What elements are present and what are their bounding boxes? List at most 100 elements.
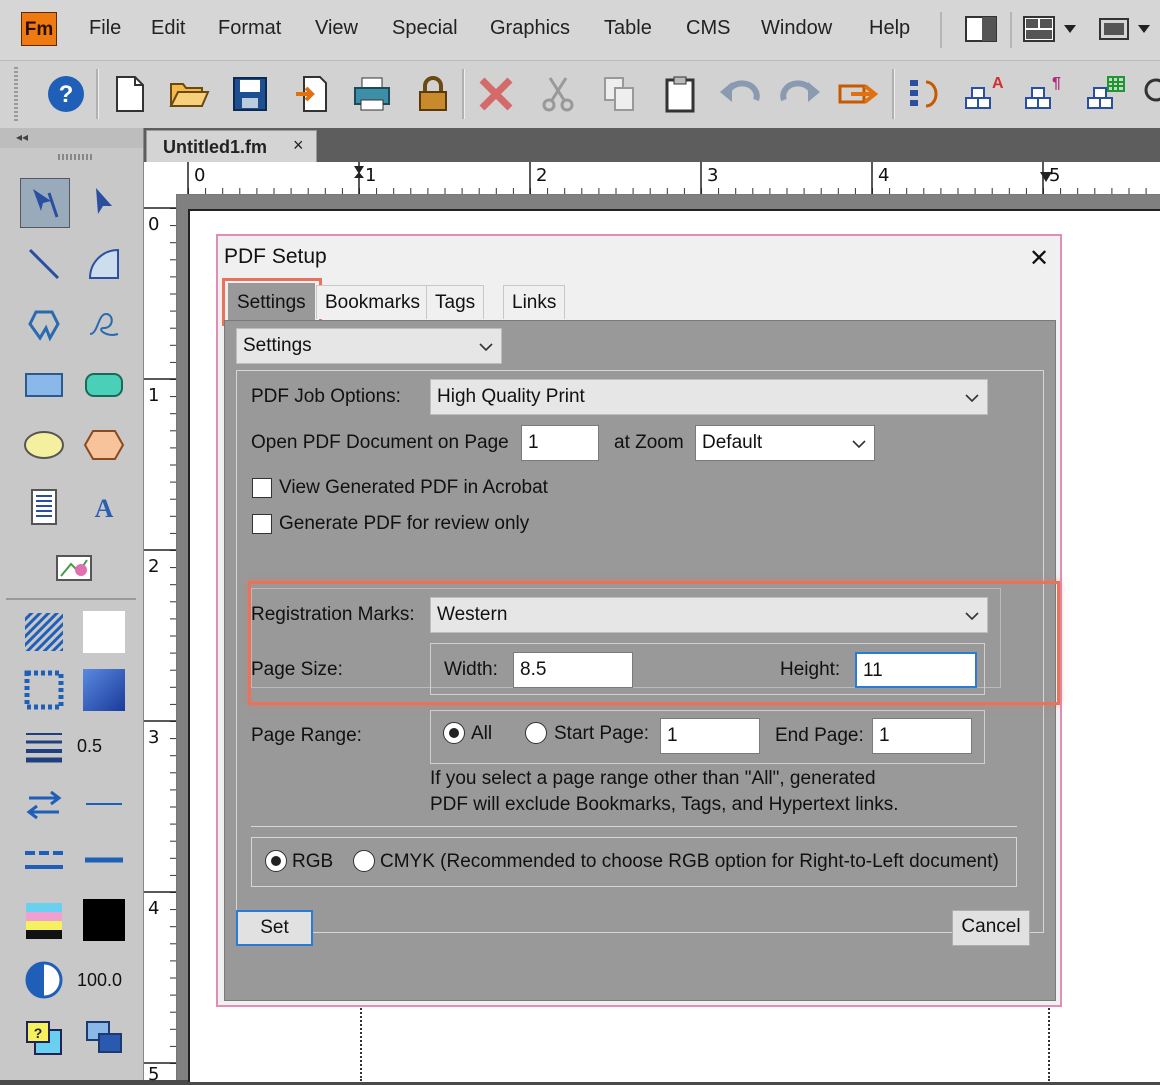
tint-icon[interactable] [20,956,68,1004]
line-tool-icon[interactable] [20,240,68,288]
arc-tool-icon[interactable] [80,240,128,288]
save-icon[interactable] [228,71,272,117]
dash-pattern-icon[interactable] [20,836,68,884]
divider [251,826,1017,827]
lock-icon[interactable] [411,71,455,117]
tab-bookmarks[interactable]: Bookmarks [316,285,430,319]
app-logo: Fm [21,12,57,46]
rounded-rectangle-tool-icon[interactable] [80,361,128,409]
workspace-layout-icon[interactable] [1020,13,1080,45]
cmyk-radio[interactable] [353,850,375,872]
page-range-label: Page Range: [251,725,362,746]
vruler-label-3: 3 [148,727,160,748]
frame-arrange-icon[interactable] [80,1014,128,1062]
go-icon[interactable] [837,71,881,117]
panel-grip[interactable] [58,154,94,160]
tab-links[interactable]: Links [503,285,566,319]
menu-format[interactable]: Format [218,17,281,40]
toolbar-separator [892,69,895,119]
vertical-ruler: 0 1 2 3 4 5 [144,194,177,1085]
vruler-label-4: 4 [148,898,160,919]
dialog-close-icon[interactable]: ✕ [1024,244,1054,274]
range-start-input[interactable]: 1 [660,718,760,754]
toolbar-grip[interactable] [14,67,18,123]
view-in-acrobat-checkbox[interactable] [252,478,272,498]
line-cap-icon[interactable] [80,836,128,884]
menu-separator [1010,12,1012,48]
horizontal-ruler-ticks [187,162,1160,194]
polygon-tool-icon[interactable] [80,421,128,469]
menu-table[interactable]: Table [604,17,652,40]
line-ends-icon[interactable] [20,780,68,828]
menu-file[interactable]: File [89,17,121,40]
new-document-icon[interactable] [107,71,151,117]
menu-edit[interactable]: Edit [151,17,185,40]
panel-toggle-icon[interactable] [964,13,998,45]
job-options-select[interactable]: High Quality Print [430,379,988,415]
range-start-radio[interactable] [525,722,547,744]
graphic-frame-tool-icon[interactable] [50,543,98,591]
tab-tags[interactable]: Tags [426,285,485,319]
line-style-solid-icon[interactable] [80,780,128,828]
cut-icon[interactable] [536,71,580,117]
color-black-icon[interactable] [80,896,128,944]
menu-special[interactable]: Special [392,17,458,40]
fill-white-icon[interactable] [80,608,128,656]
separation-icon[interactable] [20,896,68,944]
search-icon[interactable] [1140,71,1160,117]
tint-value: 100.0 [77,970,123,990]
ruler-label-3: 3 [707,165,719,186]
pen-pattern-icon[interactable] [20,666,68,714]
undo-icon[interactable] [718,71,762,117]
ruler-label-2: 2 [536,165,548,186]
range-end-input[interactable]: 1 [872,718,972,754]
panel-divider [6,598,136,600]
vruler-label-1: 1 [148,385,160,406]
help-icon[interactable]: ? [44,71,88,117]
svg-text:A: A [95,494,114,523]
range-all-radio[interactable] [443,722,465,744]
paragraph-flow-icon[interactable] [902,71,946,117]
color-swatch-icon[interactable] [80,666,128,714]
select-object-tool-icon[interactable] [80,178,128,226]
section-select[interactable]: Settings [236,328,502,364]
set-button[interactable]: Set [236,910,313,946]
line-width-icon[interactable] [20,722,68,770]
smart-select-tool-icon[interactable] [20,178,70,228]
overprint-icon[interactable]: ? [20,1014,68,1062]
zoom-select[interactable]: Default [695,425,875,461]
print-icon[interactable] [350,71,394,117]
open-on-page-input[interactable]: 1 [521,425,599,461]
document-tab[interactable]: Untitled1.fm × [146,130,317,162]
fill-pattern-icon[interactable] [20,608,68,656]
rgb-radio[interactable] [265,850,287,872]
para-tag-icon[interactable]: ¶ [1022,71,1066,117]
panel-collapse-icon[interactable]: ◂◂ [0,128,143,148]
copy-icon[interactable] [597,71,641,117]
char-tag-icon[interactable]: A [962,71,1006,117]
delete-icon[interactable] [474,71,518,117]
menu-view[interactable]: View [315,17,358,40]
menu-graphics[interactable]: Graphics [490,17,570,40]
menu-cms[interactable]: CMS [686,17,730,40]
document-tab-close-icon[interactable]: × [293,135,304,156]
table-tag-icon[interactable] [1084,71,1128,117]
text-frame-tool-icon[interactable] [20,483,68,531]
text-line-tool-icon[interactable]: A [80,483,128,531]
column-guide [360,1001,362,1081]
paste-icon[interactable] [658,71,702,117]
cancel-button[interactable]: Cancel [952,910,1030,946]
polyline-tool-icon[interactable] [20,300,68,348]
freehand-tool-icon[interactable] [80,300,128,348]
review-only-checkbox[interactable] [252,514,272,534]
section-select-value: Settings [243,335,312,356]
screen-mode-icon[interactable] [1094,13,1154,45]
open-folder-icon[interactable] [167,71,211,117]
menu-window[interactable]: Window [761,17,832,40]
import-icon[interactable] [290,71,334,117]
rectangle-tool-icon[interactable] [20,361,68,409]
redo-icon[interactable] [778,71,822,117]
oval-tool-icon[interactable] [20,421,68,469]
svg-text:¶: ¶ [1052,75,1061,92]
menu-help[interactable]: Help [869,17,910,40]
